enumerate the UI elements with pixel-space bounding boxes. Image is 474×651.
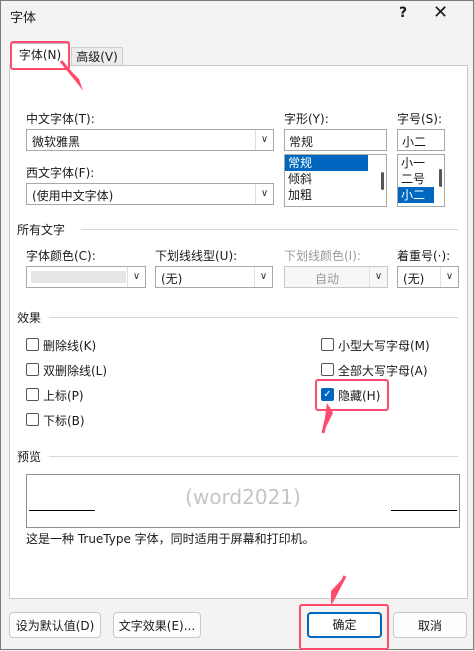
checkbox-label: 上标(P) — [43, 389, 84, 403]
font-size-label: 字号(S): — [397, 112, 443, 126]
chinese-font-label: 中文字体(T): — [26, 112, 95, 126]
divider — [49, 317, 458, 318]
checkbox-box[interactable] — [26, 363, 39, 376]
font-size-input[interactable]: 小二 — [397, 129, 445, 151]
underline-color-combo: 自动 ∨ — [284, 266, 388, 288]
list-item[interactable]: 小一 — [398, 155, 444, 171]
checkbox-box[interactable] — [26, 338, 39, 351]
dialog-title: 字体 — [10, 11, 37, 26]
chevron-down-icon: ∨ — [369, 267, 387, 287]
chevron-down-icon[interactable]: ∨ — [440, 267, 458, 287]
checkbox-box[interactable] — [26, 413, 39, 426]
checkbox-label: 双删除线(L) — [43, 364, 108, 378]
emphasis-combo[interactable]: (无) ∨ — [397, 266, 459, 288]
effects-heading: 效果 — [17, 311, 42, 325]
font-description: 这是一种 TrueType 字体，同时适用于屏幕和打印机。 — [26, 532, 315, 546]
preview-baseline-left — [29, 510, 95, 511]
scrollbar[interactable] — [381, 172, 384, 190]
font-style-input[interactable]: 常规 — [284, 129, 387, 151]
font-dialog: 字体 ? ✕ 字体(N) 高级(V) 中文字体(T): 微软雅黑 ∨ 字形(Y)… — [0, 0, 474, 650]
underline-color-label: 下划线颜色(I): — [284, 249, 361, 263]
western-font-value: (使用中文字体) — [32, 189, 114, 203]
underline-style-combo[interactable]: (无) ∨ — [155, 266, 273, 288]
highlight-box — [10, 41, 70, 70]
underline-style-label: 下划线线型(U): — [155, 249, 238, 263]
color-swatch — [31, 271, 126, 283]
underline-color-value: 自动 — [315, 272, 340, 286]
font-color-label: 字体颜色(C): — [26, 249, 96, 263]
checkbox-label: 删除线(K) — [43, 339, 97, 353]
preview-baseline-right — [391, 510, 457, 511]
checkbox-label: 小型大写字母(M) — [338, 339, 430, 353]
chevron-down-icon[interactable]: ∨ — [255, 184, 273, 204]
font-size-list[interactable]: 小一 二号 小二 — [397, 154, 445, 207]
cancel-button[interactable]: 取消 — [393, 612, 467, 638]
font-style-label: 字形(Y): — [284, 112, 329, 126]
all-text-heading: 所有文字 — [17, 223, 66, 237]
preview-heading: 预览 — [17, 450, 42, 464]
tab-advanced[interactable]: 高级(V) — [71, 47, 123, 66]
underline-style-value: (无) — [161, 272, 183, 286]
checkbox-box[interactable] — [321, 338, 334, 351]
western-font-label: 西文字体(F): — [26, 166, 95, 180]
list-item[interactable]: 加粗 — [285, 187, 386, 203]
western-font-combo[interactable]: (使用中文字体) ∨ — [26, 183, 274, 205]
checkbox-box[interactable] — [26, 388, 39, 401]
close-button[interactable]: ✕ — [433, 2, 448, 23]
checkbox-label: 全部大写字母(A) — [338, 364, 428, 378]
chinese-font-combo[interactable]: 微软雅黑 ∨ — [26, 129, 274, 151]
list-item[interactable]: 常规 — [285, 155, 368, 171]
chinese-font-value: 微软雅黑 — [32, 135, 81, 149]
emphasis-label: 着重号(·): — [397, 249, 451, 263]
checkbox-box[interactable] — [321, 363, 334, 376]
preview-box: (word2021) — [26, 474, 460, 528]
chevron-down-icon[interactable]: ∨ — [254, 267, 272, 287]
divider — [81, 229, 458, 230]
scrollbar[interactable] — [439, 169, 442, 187]
emphasis-value: (无) — [403, 272, 425, 286]
checkbox-label: 下标(B) — [43, 414, 85, 428]
font-style-list[interactable]: 常规 倾斜 加粗 — [284, 154, 387, 207]
help-button[interactable]: ? — [399, 5, 407, 21]
text-effects-button[interactable]: 文字效果(E)... — [113, 612, 201, 638]
highlight-box — [299, 604, 389, 650]
set-default-button[interactable]: 设为默认值(D) — [9, 612, 101, 638]
list-item[interactable]: 二号 — [398, 171, 444, 187]
list-item[interactable]: 倾斜 — [285, 171, 386, 187]
divider — [49, 456, 458, 457]
list-item[interactable]: 小二 — [398, 187, 434, 203]
highlight-box — [315, 379, 389, 411]
preview-sample-text: (word2021) — [185, 485, 301, 509]
chevron-down-icon[interactable]: ∨ — [127, 267, 145, 287]
chevron-down-icon[interactable]: ∨ — [255, 130, 273, 150]
font-color-combo[interactable]: ∨ — [26, 266, 146, 288]
